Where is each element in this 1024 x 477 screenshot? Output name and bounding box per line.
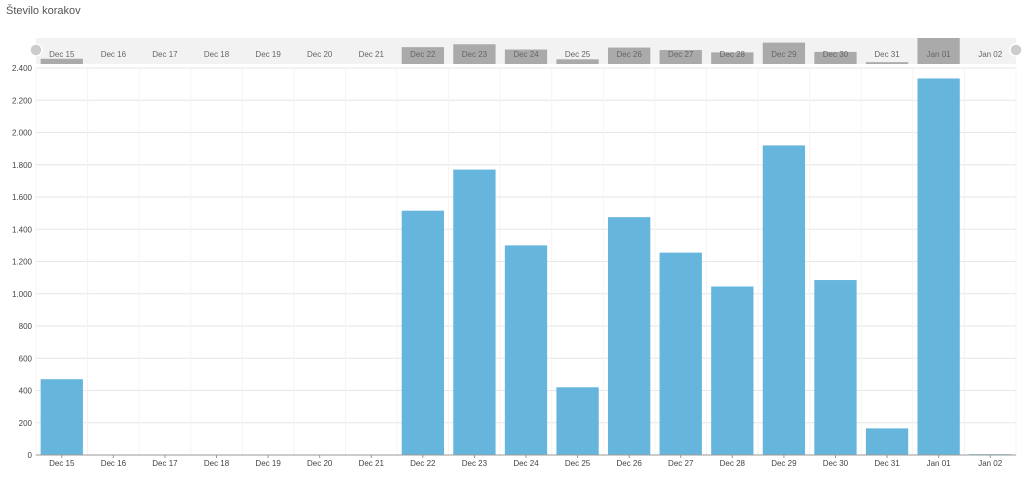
navigator-label: Dec 24 (513, 50, 539, 59)
navigator-label: Jan 02 (978, 50, 1003, 59)
x-tick-label: Dec 26 (616, 459, 642, 468)
navigator-label: Dec 19 (255, 50, 281, 59)
y-tick-label: 0 (28, 451, 33, 460)
bar[interactable] (504, 245, 548, 455)
navigator-label: Jan 01 (927, 50, 952, 59)
x-tick-label: Dec 18 (204, 459, 230, 468)
y-tick-label: 800 (19, 322, 33, 331)
y-tick-label: 400 (19, 387, 33, 396)
bar[interactable] (917, 78, 960, 455)
x-tick-label: Dec 21 (359, 459, 385, 468)
x-tick-label: Dec 16 (101, 459, 127, 468)
bar[interactable] (608, 217, 651, 455)
y-tick-label: 2.400 (12, 64, 33, 73)
bar[interactable] (556, 387, 599, 455)
x-tick-label: Dec 28 (720, 459, 746, 468)
navigator-label: Dec 25 (565, 50, 591, 59)
bar[interactable] (762, 145, 806, 455)
navigator-label: Dec 21 (359, 50, 385, 59)
navigator-label: Dec 31 (874, 50, 900, 59)
navigator-label: Dec 20 (307, 50, 333, 59)
bar[interactable] (453, 169, 496, 455)
navigator-bar (556, 59, 599, 64)
x-tick-label: Dec 29 (771, 459, 797, 468)
x-tick-label: Dec 27 (668, 459, 694, 468)
x-tick-label: Jan 02 (978, 459, 1003, 468)
navigator-label: Dec 27 (668, 50, 694, 59)
y-tick-label: 1.400 (12, 225, 33, 234)
x-tick-label: Dec 24 (513, 459, 539, 468)
y-tick-label: 2.000 (12, 129, 33, 138)
x-tick-label: Dec 20 (307, 459, 333, 468)
navigator-label: Dec 16 (101, 50, 127, 59)
navigator-left-handle[interactable] (29, 43, 43, 57)
navigator-label: Dec 22 (410, 50, 436, 59)
navigator-label: Dec 29 (771, 50, 797, 59)
bar-chart: 0 200 400 600 800 1.000 1.200 1.400 1.600 1.800 2.… (12, 38, 1023, 468)
navigator-bar (865, 62, 909, 64)
x-tick-label: Dec 15 (49, 459, 75, 468)
y-tick-label: 600 (19, 354, 33, 363)
y-tick-label: 200 (19, 419, 33, 428)
navigator-label: Dec 26 (616, 50, 642, 59)
navigator-label: Dec 17 (152, 50, 178, 59)
bar[interactable] (711, 286, 754, 455)
navigator-label: Dec 15 (49, 50, 75, 59)
x-tick-label: Dec 25 (565, 459, 591, 468)
bar[interactable] (814, 280, 857, 455)
bar[interactable] (865, 428, 909, 455)
y-tick-label: 1.600 (12, 193, 33, 202)
navigator-right-handle[interactable] (1009, 43, 1023, 57)
x-tick-label: Dec 17 (152, 459, 178, 468)
y-tick-label: 2.200 (12, 96, 33, 105)
navigator-label: Dec 30 (823, 50, 849, 59)
navigator-label: Dec 18 (204, 50, 230, 59)
y-tick-label: 1.200 (12, 258, 33, 267)
bar[interactable] (401, 210, 444, 455)
chart-root: Število korakov 0 200 400 600 800 1.000 1.200 1… (0, 0, 1024, 477)
y-tick-label: 1.800 (12, 161, 33, 170)
x-tick-label: Dec 22 (410, 459, 436, 468)
x-tick-label: Dec 19 (255, 459, 281, 468)
x-tick-label: Dec 23 (462, 459, 488, 468)
navigator-label: Dec 28 (720, 50, 746, 59)
navigator-label: Dec 23 (462, 50, 488, 59)
y-tick-label: 1.000 (12, 290, 33, 299)
x-tick-label: Dec 30 (823, 459, 849, 468)
bar[interactable] (659, 252, 702, 455)
bar[interactable] (40, 379, 83, 455)
navigator-bar (40, 58, 83, 64)
x-tick-label: Jan 01 (927, 459, 952, 468)
x-tick-label: Dec 31 (874, 459, 900, 468)
